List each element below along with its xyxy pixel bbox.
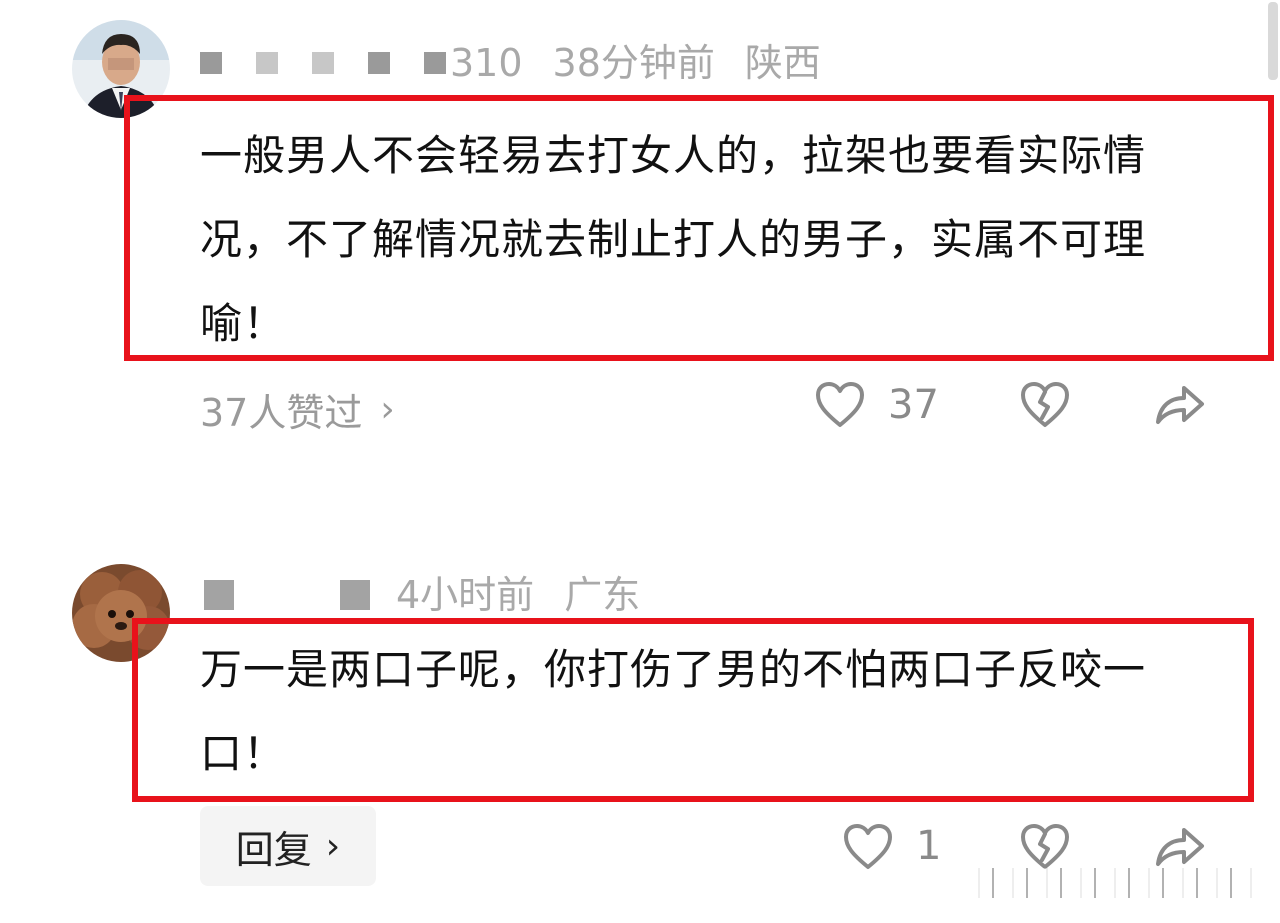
- username-mosaic: [200, 52, 222, 74]
- likes-summary-label: 37人赞过: [200, 391, 363, 435]
- broken-heart-icon[interactable]: [1018, 822, 1072, 872]
- watermark-strip: [960, 868, 1260, 898]
- scrollbar[interactable]: [1268, 2, 1278, 80]
- comment-text: 万一是两口子呢，你打伤了男的不怕两口子反咬一口！: [200, 645, 1147, 778]
- heart-icon[interactable]: [842, 822, 894, 872]
- comment-time: 4小时前: [396, 573, 535, 617]
- comment-text: 一般男人不会轻易去打女人的，拉架也要看实际情况，不了解情况就去制止打人的男子，实…: [200, 131, 1147, 348]
- broken-heart-icon[interactable]: [1018, 380, 1072, 430]
- comment-location: 陕西: [744, 41, 821, 85]
- username-mosaic: [312, 52, 334, 74]
- like-count: 37: [888, 382, 939, 428]
- username-suffix[interactable]: 310: [450, 44, 523, 82]
- reply-button-label: 回复: [235, 827, 312, 872]
- username-mosaic: [424, 52, 446, 74]
- likes-summary[interactable]: 37人赞过 ›: [200, 382, 395, 437]
- chevron-right-icon: ›: [380, 389, 395, 430]
- heart-icon[interactable]: [814, 380, 866, 430]
- username-mosaic: [340, 580, 370, 610]
- share-arrow-icon[interactable]: [1152, 820, 1208, 872]
- reply-button[interactable]: 回复 ›: [200, 806, 376, 886]
- chevron-right-icon: ›: [325, 825, 341, 867]
- like-count: 1: [916, 823, 942, 869]
- comment-location: 广东: [564, 573, 641, 617]
- username-mosaic: [204, 580, 234, 610]
- comment-list: 310 38分钟前 陕西 一般男人不会轻易去打女人的，拉架也要看实际情况，不了解…: [0, 0, 1280, 923]
- username-mosaic: [256, 52, 278, 74]
- comment-meta: 4小时前 广东: [204, 576, 640, 614]
- comment-time: 38分钟前: [552, 41, 715, 85]
- share-arrow-icon[interactable]: [1152, 378, 1208, 430]
- username-mosaic: [368, 52, 390, 74]
- comment-meta: 310 38分钟前 陕西: [200, 44, 821, 82]
